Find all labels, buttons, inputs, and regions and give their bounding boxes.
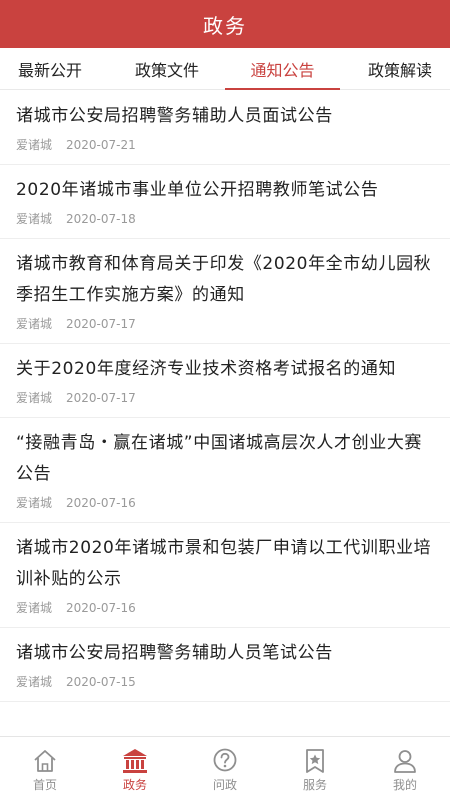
item-title: 关于2020年度经济专业技术资格考试报名的通知 — [16, 359, 397, 379]
home-icon — [30, 746, 60, 776]
tab-bar: 最新公开 政策文件 通知公告 政策解读 — [0, 48, 450, 90]
list-item[interactable]: 2020年诸城市事业单位公开招聘教师笔试公告 爱诸城 2020-07-18 — [0, 165, 450, 239]
nav-inquiry-label: 问政 — [212, 777, 237, 792]
item-meta: 爱诸城 2020-07-18 — [16, 210, 432, 228]
item-source: 爱诸城 — [16, 317, 53, 331]
list-item[interactable]: 诸城市公安局招聘警务辅助人员面试公告 爱诸城 2020-07-21 — [0, 91, 450, 165]
item-meta: 爱诸城 2020-07-21 — [16, 136, 432, 154]
item-date: 2020-07-16 — [66, 496, 136, 510]
nav-government[interactable]: 政务 — [90, 737, 180, 800]
nav-profile[interactable]: 我的 — [360, 737, 450, 800]
item-source: 爱诸城 — [16, 601, 53, 615]
page-title: 政务 — [203, 13, 247, 38]
item-source: 爱诸城 — [16, 212, 53, 226]
item-title: 诸城市公安局招聘警务辅助人员笔试公告 — [16, 643, 333, 663]
nav-services[interactable]: 服务 — [270, 737, 360, 800]
item-meta: 爱诸城 2020-07-17 — [16, 389, 432, 407]
app-header: 政务 — [0, 0, 450, 48]
item-date: 2020-07-21 — [66, 138, 136, 152]
item-date: 2020-07-17 — [66, 391, 136, 405]
government-building-icon — [120, 746, 150, 776]
item-meta: 爱诸城 2020-07-15 — [16, 673, 432, 691]
tab-notices[interactable]: 通知公告 — [225, 48, 340, 90]
nav-inquiry[interactable]: 问政 — [180, 737, 270, 800]
nav-home-label: 首页 — [32, 777, 57, 792]
item-source: 爱诸城 — [16, 496, 53, 510]
notice-list: 诸城市公安局招聘警务辅助人员面试公告 爱诸城 2020-07-21 2020年诸… — [0, 91, 450, 736]
item-title: 2020年诸城市事业单位公开招聘教师笔试公告 — [16, 180, 379, 200]
question-bubble-icon — [210, 746, 240, 776]
item-meta: 爱诸城 2020-07-17 — [16, 315, 432, 333]
nav-government-label: 政务 — [122, 777, 147, 792]
list-item[interactable]: “接融青岛・赢在诸城”中国诸城高层次人才创业大赛公告 爱诸城 2020-07-1… — [0, 418, 450, 523]
nav-home[interactable]: 首页 — [0, 737, 90, 800]
nav-services-label: 服务 — [302, 777, 327, 792]
item-source: 爱诸城 — [16, 138, 53, 152]
item-title: “接融青岛・赢在诸城”中国诸城高层次人才创业大赛公告 — [16, 433, 423, 484]
list-item[interactable]: 诸城市2020年诸城市景和包装厂申请以工代训职业培训补贴的公示 爱诸城 2020… — [0, 523, 450, 628]
tab-policy-documents[interactable]: 政策文件 — [112, 48, 222, 90]
nav-profile-label: 我的 — [392, 777, 417, 792]
star-bookmark-icon — [300, 746, 330, 776]
item-title: 诸城市教育和体育局关于印发《2020年全市幼儿园秋季招生工作实施方案》的通知 — [16, 254, 432, 305]
tab-policy-interpretation[interactable]: 政策解读 — [350, 48, 450, 90]
item-meta: 爱诸城 2020-07-16 — [16, 494, 432, 512]
list-item[interactable]: 关于2020年度经济专业技术资格考试报名的通知 爱诸城 2020-07-17 — [0, 344, 450, 418]
list-item[interactable]: 诸城市教育和体育局关于印发《2020年全市幼儿园秋季招生工作实施方案》的通知 爱… — [0, 239, 450, 344]
bottom-nav: 首页 政务 问政 服务 我的 — [0, 736, 450, 800]
item-date: 2020-07-17 — [66, 317, 136, 331]
user-icon — [390, 746, 420, 776]
item-source: 爱诸城 — [16, 391, 53, 405]
item-date: 2020-07-16 — [66, 601, 136, 615]
list-item[interactable]: 诸城市公安局招聘警务辅助人员笔试公告 爱诸城 2020-07-15 — [0, 628, 450, 702]
tab-latest[interactable]: 最新公开 — [0, 48, 100, 90]
item-title: 诸城市2020年诸城市景和包装厂申请以工代训职业培训补贴的公示 — [16, 538, 432, 589]
item-title: 诸城市公安局招聘警务辅助人员面试公告 — [16, 106, 333, 126]
item-date: 2020-07-15 — [66, 675, 136, 689]
item-meta: 爱诸城 2020-07-16 — [16, 599, 432, 617]
item-source: 爱诸城 — [16, 675, 53, 689]
item-date: 2020-07-18 — [66, 212, 136, 226]
